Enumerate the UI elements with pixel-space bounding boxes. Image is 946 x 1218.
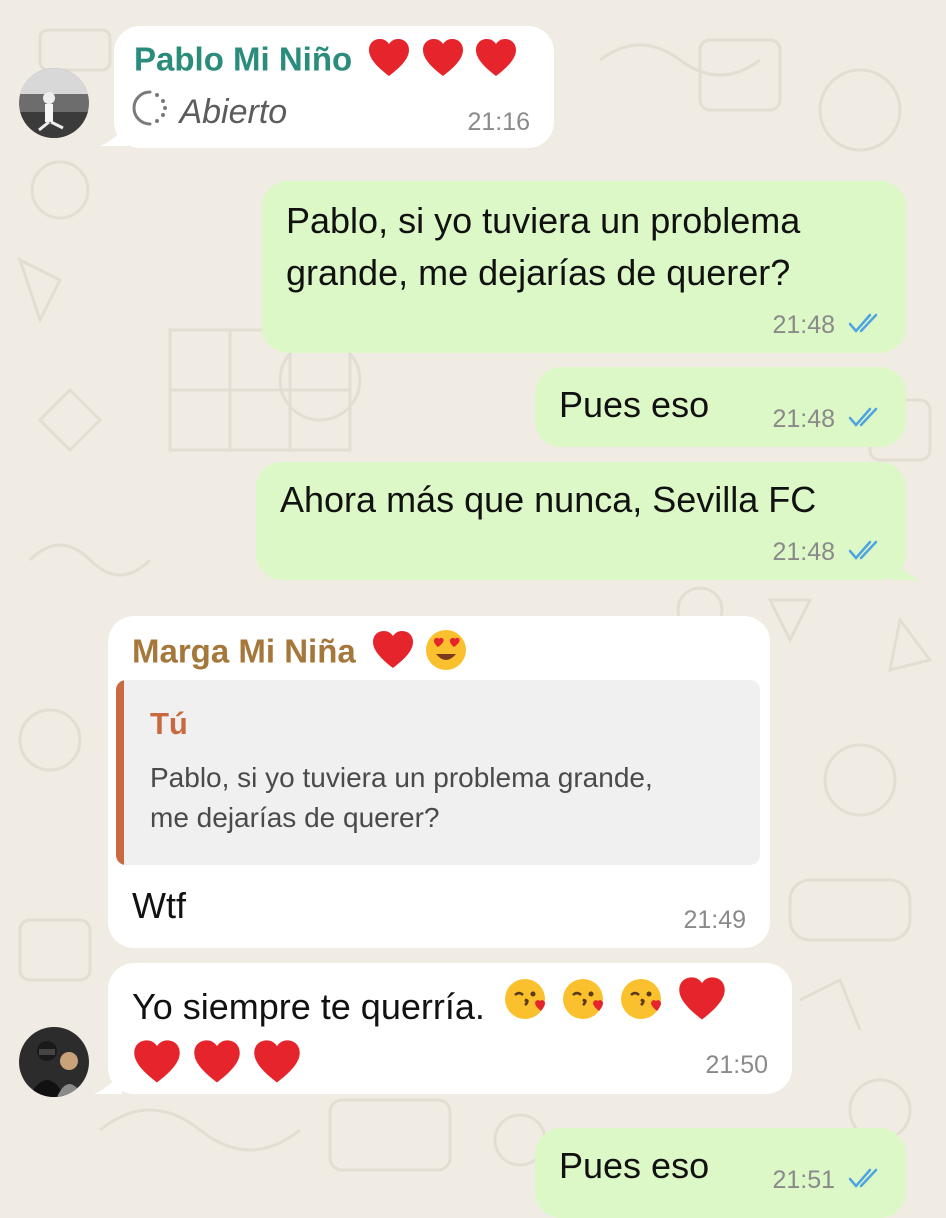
- message-text: Ahora más que nunca, Sevilla FC: [280, 479, 817, 520]
- message-text: Yo siempre te querría.: [132, 975, 727, 1101]
- quote-line: Pablo, si yo tuviera un problema grande,: [150, 762, 653, 793]
- quote-text: Pablo, si yo tuviera un problema grande,…: [150, 758, 653, 838]
- message-time: 21:48: [772, 311, 836, 339]
- message-bubble-incoming[interactable]: Marga Mi Niña Tú Pablo, si yo tuviera un…: [108, 616, 770, 948]
- read-receipt-icon: [848, 406, 884, 435]
- view-once-icon: [130, 88, 170, 137]
- message-line: Yo siempre te querría.: [132, 975, 727, 1039]
- heart-icon: [252, 1039, 302, 1101]
- status-text: Abierto: [179, 93, 288, 131]
- sender-name-row: Marga Mi Niña: [132, 628, 468, 680]
- heart-icon: [371, 630, 415, 678]
- message-bubble-outgoing[interactable]: Ahora más que nunca, Sevilla FC 21:48: [256, 462, 906, 580]
- quote-author: Tú: [150, 706, 188, 741]
- message-meta: 21:48: [772, 538, 884, 568]
- avatar-marga[interactable]: [19, 1027, 89, 1097]
- bubble-tail: [892, 556, 920, 580]
- message-bubble-outgoing[interactable]: Pablo, si yo tuviera un problema grande,…: [262, 181, 906, 353]
- message-bubble-outgoing[interactable]: Pues eso 21:48: [535, 367, 906, 447]
- message-bubble-incoming[interactable]: Pablo Mi Niño Abierto 21:16: [114, 26, 554, 148]
- kiss-face-icon: [503, 975, 551, 1039]
- message-time: 21:51: [772, 1166, 836, 1194]
- avatar-pablo[interactable]: [19, 68, 89, 138]
- quote-accent-bar: [116, 680, 124, 865]
- read-receipt-icon: [848, 312, 884, 341]
- message-line-text: Yo siempre te querría.: [132, 986, 485, 1027]
- message-line: Pablo, si yo tuviera un problema: [286, 200, 801, 241]
- message-time: 21:49: [683, 906, 746, 934]
- sender-name: Pablo Mi Niño: [134, 40, 353, 78]
- message-time: 21:48: [772, 538, 836, 566]
- sender-name-row: Pablo Mi Niño: [134, 38, 518, 86]
- quote-line: me dejarías de querer?: [150, 802, 440, 833]
- message-line: grande, me dejarías de querer?: [286, 252, 791, 293]
- message-meta: 21:51: [772, 1166, 884, 1196]
- kiss-face-icon: [561, 975, 609, 1039]
- read-receipt-icon: [848, 1167, 884, 1196]
- message-time: 21:48: [772, 405, 836, 433]
- message-text: Wtf: [132, 885, 186, 926]
- view-once-status: Abierto: [130, 88, 287, 137]
- message-text: Pablo, si yo tuviera un problema grande,…: [286, 195, 800, 299]
- quoted-message[interactable]: Tú Pablo, si yo tuviera un problema gran…: [116, 680, 760, 865]
- message-meta: 21:48: [772, 311, 884, 341]
- message-meta: 21:48: [772, 405, 884, 435]
- heart-icon: [677, 976, 727, 1038]
- message-time: 21:16: [467, 108, 530, 136]
- message-line: [132, 1039, 727, 1101]
- read-receipt-icon: [848, 539, 884, 568]
- heart-icon: [474, 38, 518, 86]
- message-bubble-outgoing[interactable]: Pues eso 21:51: [535, 1128, 906, 1218]
- heart-icon: [367, 38, 411, 86]
- kiss-face-icon: [619, 975, 667, 1039]
- message-text: Pues eso: [559, 384, 710, 425]
- heart-icon: [132, 1039, 182, 1101]
- heart-eyes-icon: [424, 628, 468, 680]
- message-time: 21:50: [705, 1051, 768, 1079]
- message-bubble-incoming[interactable]: Yo siempre te querría. 21:50: [108, 963, 792, 1094]
- heart-icon: [421, 38, 465, 86]
- message-text: Pues eso: [559, 1145, 710, 1186]
- sender-name: Marga Mi Niña: [132, 632, 356, 670]
- heart-icon: [192, 1039, 242, 1101]
